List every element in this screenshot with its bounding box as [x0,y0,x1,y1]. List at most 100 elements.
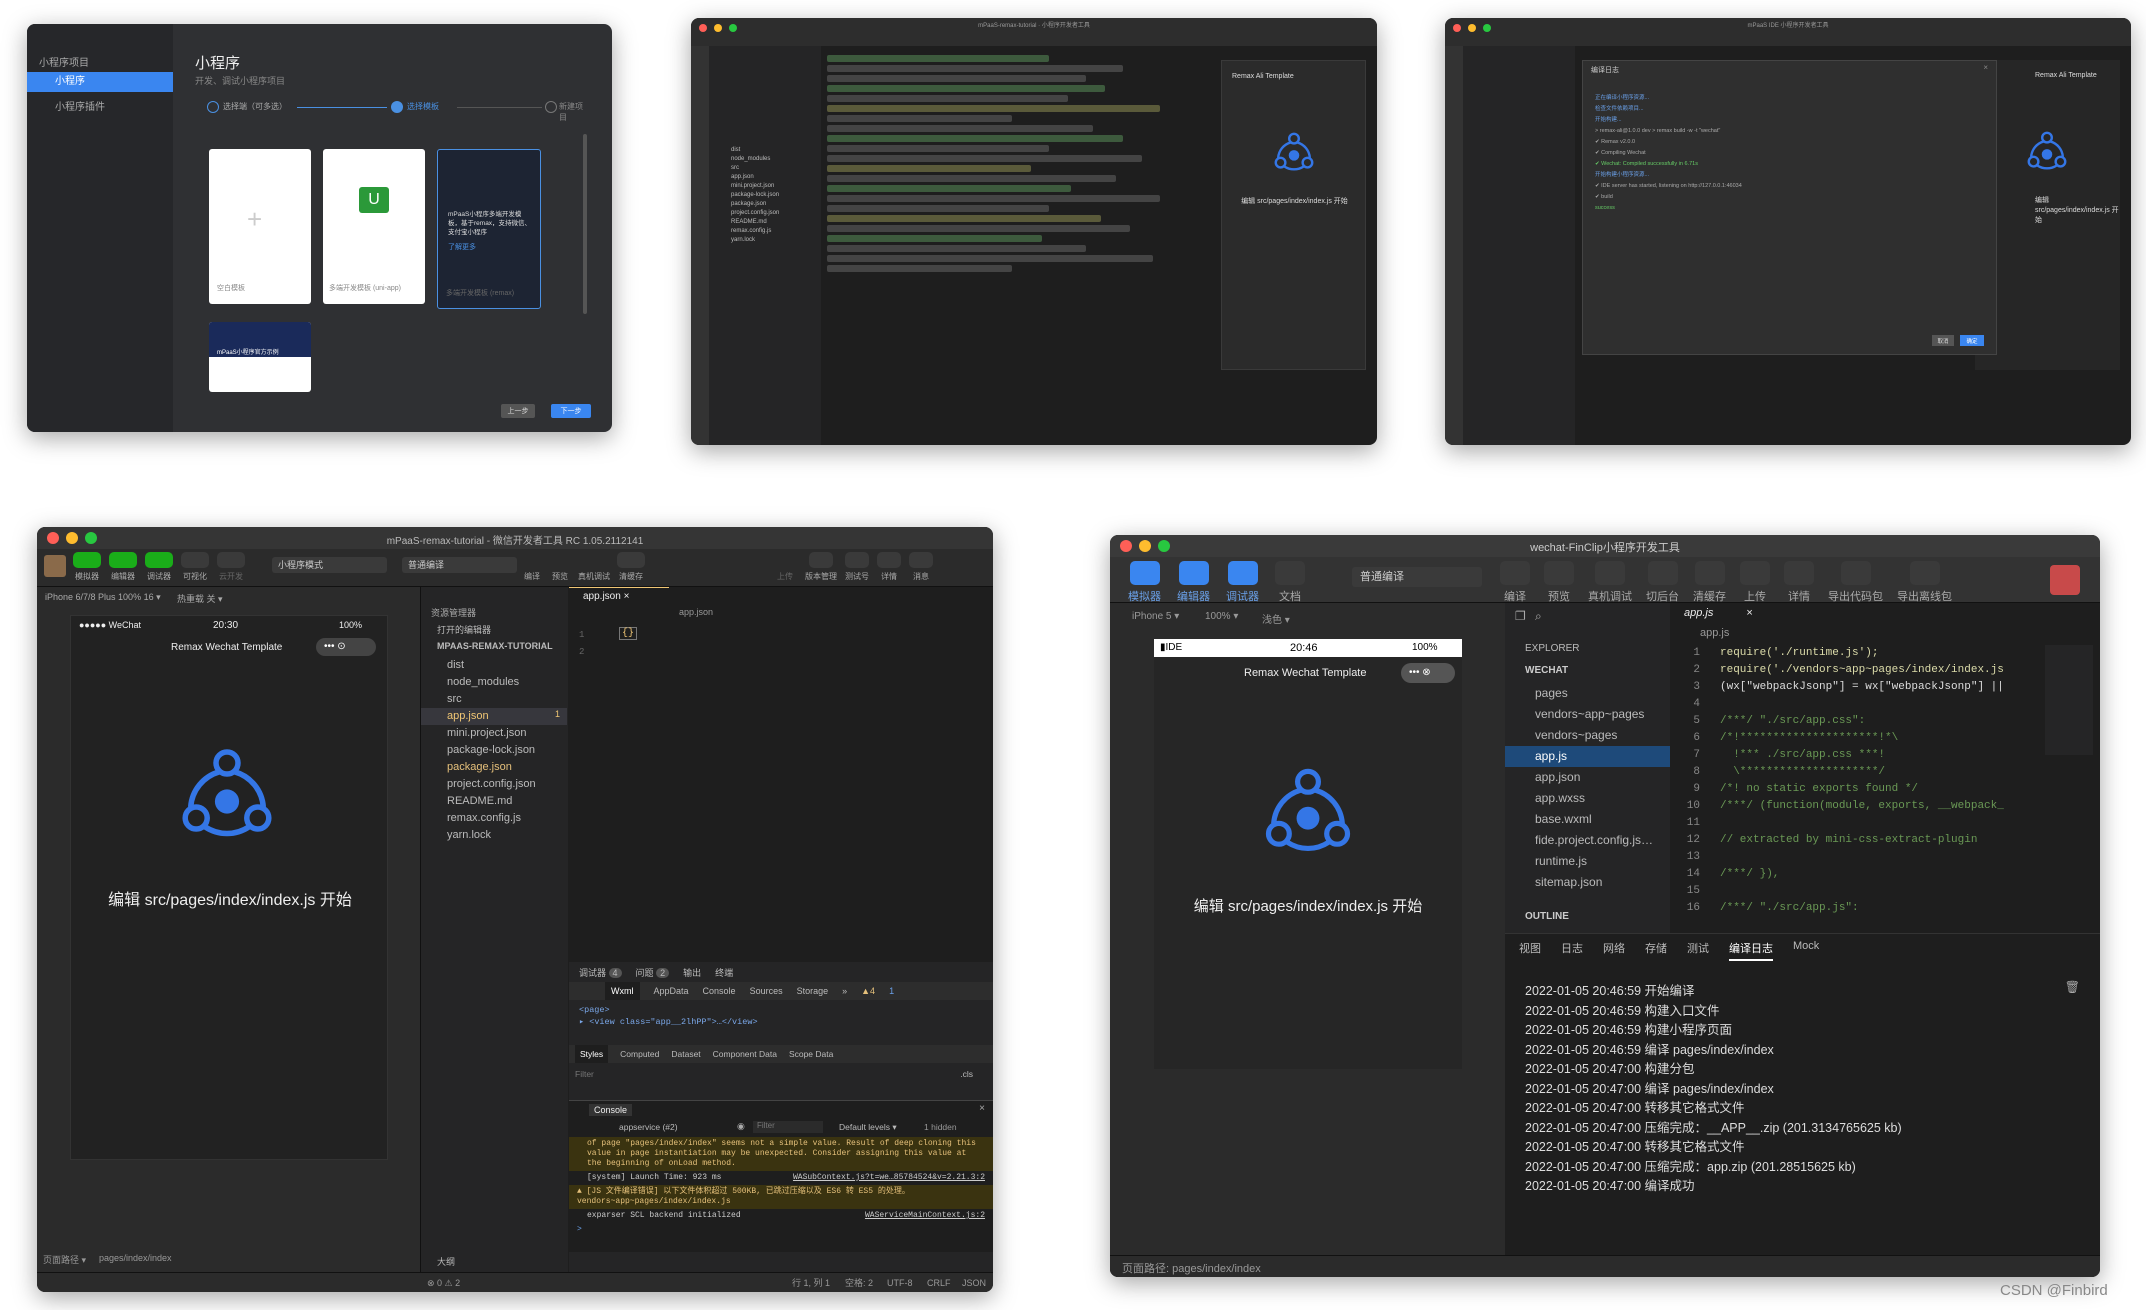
eye-icon[interactable]: ◉ [737,1121,745,1132]
tree-item[interactable]: runtime.js [1535,851,1670,872]
minimap[interactable] [2045,645,2093,755]
sidebar-item[interactable]: 小程序插件 [55,98,105,113]
clear-cache-button[interactable]: 清缓存 [617,552,645,582]
tab-storage[interactable]: Storage [797,982,829,1000]
mode-select[interactable]: 小程序模式 [272,557,387,573]
code-line[interactable]: 3 (wx["webpackJsonp"] = wx["webpackJsonp"… [1670,679,2015,696]
tree-item[interactable]: yarn.lock [731,236,821,245]
code-line[interactable]: 10 /***/ (function(module, exports, __web… [1670,798,2015,815]
simulator-toggle[interactable]: 模拟器 [73,552,101,582]
capsule-menu[interactable]: ••• ⊙ [316,638,376,656]
tree-item[interactable]: remax.config.js [447,810,567,827]
confirm-button[interactable]: 确定 [1960,335,1984,346]
tree-item[interactable]: app.wxss [1535,788,1670,809]
levels-select[interactable]: Default levels ▾ [839,1122,897,1133]
status-indent[interactable]: 空格: 2 [845,1273,873,1292]
console-prompt[interactable]: > [569,1223,993,1237]
tree-item-folder[interactable]: node_modules [447,674,567,691]
code-line[interactable]: 5 /***/ "./src/app.css": [1670,713,2015,730]
code-line[interactable]: 13 [1670,849,2015,866]
code-line[interactable]: 11 [1670,815,2015,832]
preview-button[interactable]: 预览 [1544,561,1574,604]
console-filter-input[interactable]: Filter [753,1121,823,1133]
trash-icon[interactable]: 🗑 [2065,980,2080,994]
editor-toggle[interactable]: 编辑器 [109,552,137,582]
project-section[interactable]: WECHAT [1525,665,1568,676]
tree-item[interactable]: project.config.json [447,776,567,793]
compile-select[interactable]: 普通编译 [1352,567,1482,587]
project-section[interactable]: MPAAS-REMAX-TUTORIAL [437,641,553,651]
tab-view[interactable]: 视图 [1519,940,1541,961]
tree-item[interactable]: package.json [447,759,567,776]
code-line[interactable]: 2 require('./vendors~app~pages/index/inde… [1670,662,2015,679]
warning-count[interactable]: ▲4 [861,982,875,1000]
remote-debug-button[interactable]: 真机调试 [1588,561,1632,604]
next-button[interactable]: 下一步 [551,404,591,418]
tree-item-folder[interactable]: vendors~app~pages [1535,704,1670,725]
tree-item[interactable]: yarn.lock [447,827,567,844]
editor-toggle[interactable]: 编辑器 [1177,561,1210,604]
wxml-node[interactable]: <page> [579,1004,758,1016]
context-select[interactable]: appservice (#2) [619,1122,678,1132]
template-card-uniapp[interactable]: U 多端开发模板 (uni-app) [323,149,425,304]
compile-button[interactable]: 编译 [1500,561,1530,604]
code-line[interactable]: 8 \*********************/ [1670,764,2015,781]
tab-computed[interactable]: Computed [620,1045,659,1063]
close-icon[interactable]: × [1983,63,1988,72]
remote-debug-button[interactable]: 真机调试 [577,552,611,582]
tab-storage[interactable]: 存储 [1645,940,1667,961]
status-path-label[interactable]: 页面路径 ▾ [43,1253,86,1266]
status-eol[interactable]: CRLF [927,1273,951,1292]
tab-log[interactable]: 日志 [1561,940,1583,961]
code-line[interactable]: 16 /***/ "./src/app.js": [1670,900,2015,917]
background-button[interactable]: 切后台 [1646,561,1679,604]
tab-output[interactable]: 输出 [683,966,701,979]
tab-problems[interactable]: 问题 2 [636,966,670,979]
device-select[interactable]: iPhone 6/7/8 Plus 100% 16 ▾ [45,592,161,603]
tree-item[interactable]: dist [731,146,821,155]
editor-tab[interactable]: app.json × [569,587,669,605]
clear-cache-button[interactable]: 清缓存 [1693,561,1726,604]
template-thumb[interactable]: mPaaS小程序官方示例 [209,322,311,392]
tree-item[interactable]: package-lock.json [731,191,821,200]
compile-button[interactable]: 编译 [521,552,543,582]
tab-mock[interactable]: Mock [1793,940,1819,961]
tree-item[interactable]: fide.project.config.js… [1535,830,1670,851]
avatar[interactable] [2050,565,2080,595]
messages-button[interactable]: 消息 [909,552,933,582]
source-link[interactable]: WAServiceMainContext.js:2 [865,1211,985,1221]
editor-tab[interactable]: app.js × [1670,603,1780,623]
cloud-toggle[interactable]: 云开发 [217,552,245,582]
template-card-blank[interactable]: + 空白模板 [209,149,311,304]
tree-item-folder[interactable]: src [447,691,567,708]
code-line[interactable]: 9 /*! no static exports found */ [1670,781,2015,798]
upload-button[interactable]: 上传 [1740,561,1770,604]
template-card-remax[interactable]: mPaaS小程序多端开发模板，基于remax，支持微信、支付宝小程序 了解更多 … [437,149,541,309]
tab-test[interactable]: 测试 [1687,940,1709,961]
docs-button[interactable]: 文档 [1275,561,1305,604]
visual-toggle[interactable]: 可视化 [181,552,209,582]
code-line[interactable]: 7 !*** ./src/app.css ***! [1670,747,2015,764]
files-icon[interactable]: ❐ [1515,609,1526,623]
status-encoding[interactable]: UTF-8 [887,1273,913,1292]
details-button[interactable]: 详情 [877,552,901,582]
outline-section[interactable]: 大纲 [437,1255,455,1268]
tab-console[interactable]: Console [703,982,736,1000]
tab-appdata[interactable]: AppData [654,982,689,1000]
tab-styles[interactable]: Styles [575,1045,609,1063]
code-line[interactable]: 6 /*!*********************!*\ [1670,730,2015,747]
export-code-button[interactable]: 导出代码包 [1828,561,1883,604]
w1-scrollbar[interactable] [583,134,587,314]
capsule-menu[interactable]: ••• ⊗ [1401,663,1455,683]
outline-section[interactable]: OUTLINE [1525,911,1569,922]
error-count[interactable]: 1 [889,982,894,1000]
version-button[interactable]: 版本管理 [805,552,837,582]
tree-item[interactable]: src [731,164,821,173]
cls-toggle[interactable]: .cls [960,1069,973,1079]
source-link[interactable]: WASubContext.js?t=we…85784524&v=2.21.3:2 [793,1173,985,1183]
code-area[interactable]: 1 require('./runtime.js'); 2 require('./ven… [1670,645,2015,917]
tree-item[interactable]: base.wxml [1535,809,1670,830]
tree-item-selected[interactable]: app.json [421,708,567,725]
sidebar-item-active[interactable]: 小程序 [27,72,173,92]
tree-item[interactable]: remax.config.js [731,227,821,236]
